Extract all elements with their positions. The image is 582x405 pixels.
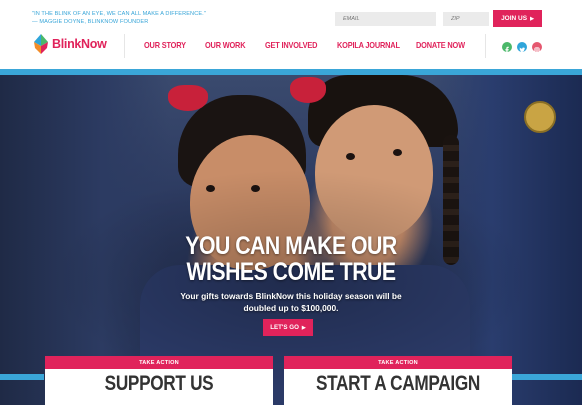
hero-headline: YOU CAN MAKE OUR WISHES COME TRUE: [163, 233, 420, 285]
bottom-accent-right: [512, 374, 582, 380]
nav-item-donate-now[interactable]: DONATE NOW: [416, 40, 474, 50]
hero-headline-line1: YOU CAN MAKE OUR: [185, 232, 397, 260]
logo-mark-icon: [33, 34, 49, 54]
join-us-label: JOIN US: [501, 15, 528, 22]
support-us-card[interactable]: TAKE ACTION SUPPORT US: [45, 356, 273, 405]
logo-divider: [124, 34, 125, 58]
start-campaign-card[interactable]: TAKE ACTION START A CAMPAIGN: [284, 356, 512, 405]
nav-item-kopila-journal[interactable]: KOPILA JOURNAL: [337, 40, 407, 50]
card-title: SUPPORT US: [104, 372, 214, 395]
nav-item-our-story[interactable]: OUR STORY: [144, 40, 198, 50]
twitter-icon[interactable]: [517, 42, 527, 53]
nav-item-our-work[interactable]: OUR WORK: [205, 40, 258, 50]
blinknow-logo[interactable]: BlinkNow: [33, 34, 107, 54]
hero-subtext: Your gifts towards BlinkNow this holiday…: [180, 291, 402, 313]
logo-text: BlinkNow: [52, 37, 107, 51]
card-tag: TAKE ACTION: [284, 356, 512, 369]
lets-go-label: LET'S GO: [270, 324, 299, 331]
main-nav: OUR STORY OUR WORK GET INVOLVED KOPILA J…: [144, 40, 482, 50]
zip-input[interactable]: [443, 12, 489, 26]
card-title: START A CAMPAIGN: [315, 372, 481, 395]
hero-headline-line2: WISHES COME TRUE: [186, 258, 396, 286]
founder-quote: "In the blink of an eye, we can all make…: [32, 10, 222, 26]
quote-author: — Maggie Doyne, BlinkNow Founder: [32, 19, 149, 25]
bottom-accent-left: [0, 374, 44, 380]
email-input[interactable]: [335, 12, 436, 26]
quote-text: "In the blink of an eye, we can all make…: [32, 11, 206, 17]
card-tag: TAKE ACTION: [45, 356, 273, 369]
join-us-button[interactable]: JOIN US ▶: [493, 10, 542, 27]
lets-go-button[interactable]: LET'S GO ▶: [263, 319, 313, 336]
facebook-icon[interactable]: [502, 42, 512, 54]
site-header: "In the blink of an eye, we can all make…: [0, 0, 582, 69]
social-divider: [485, 34, 486, 58]
nav-item-get-involved[interactable]: GET INVOLVED: [265, 40, 328, 50]
caret-right-icon: ▶: [530, 15, 534, 22]
caret-right-icon: ▶: [301, 324, 306, 331]
instagram-icon[interactable]: [532, 42, 542, 53]
